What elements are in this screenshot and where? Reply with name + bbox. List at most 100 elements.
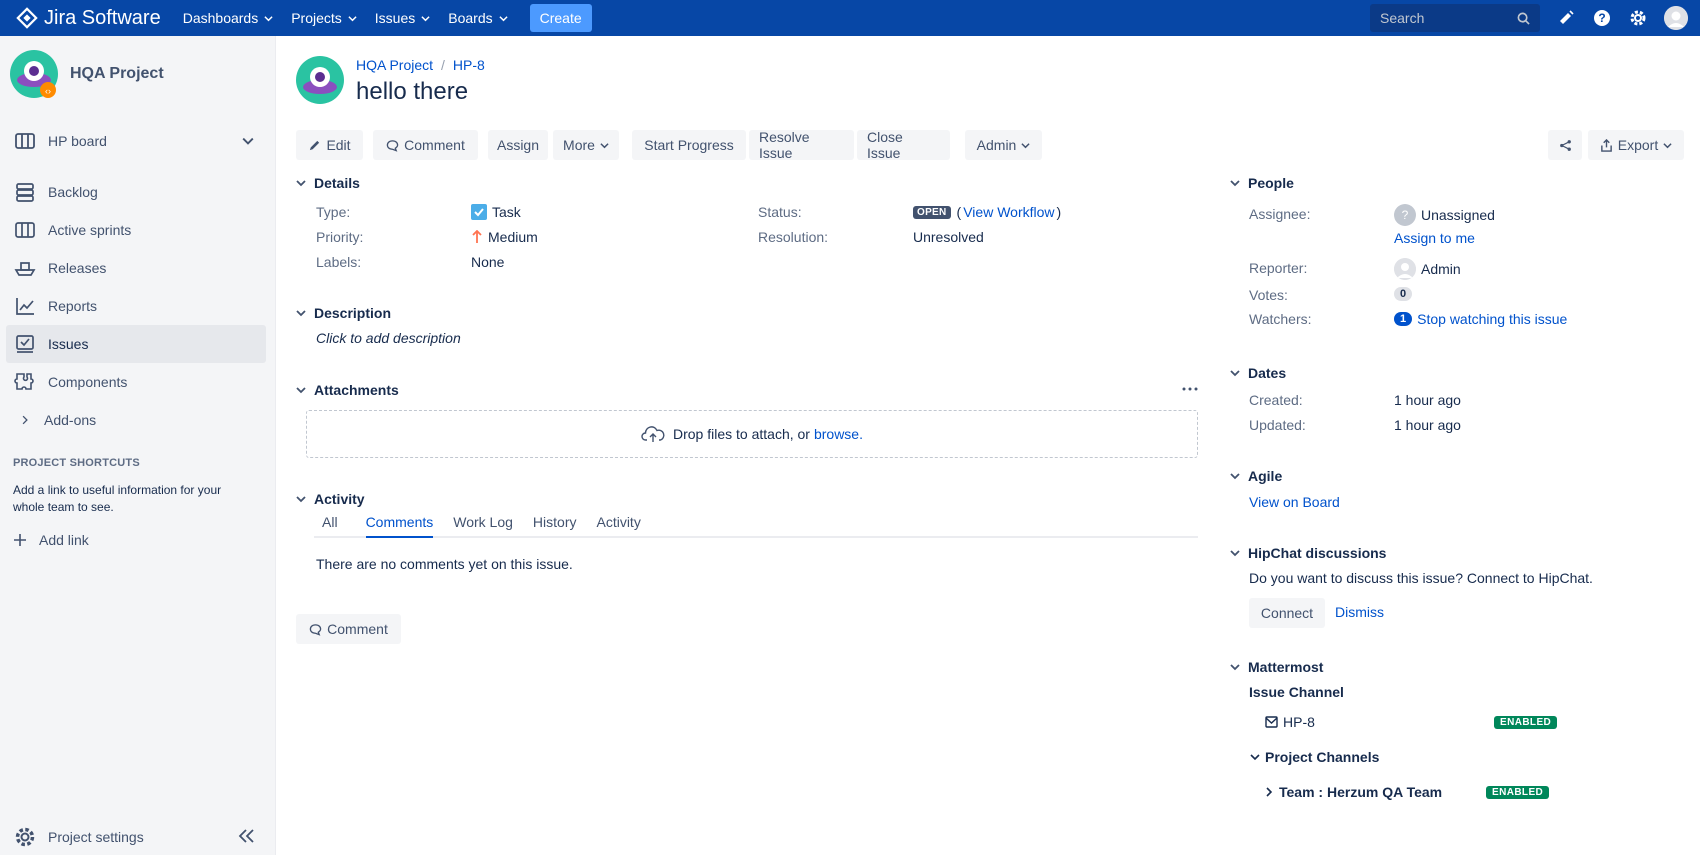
description-placeholder[interactable]: Click to add description <box>316 330 461 346</box>
chevron-down-icon <box>1230 473 1240 480</box>
export-button[interactable]: Export <box>1588 130 1684 160</box>
more-button[interactable]: More <box>553 130 619 160</box>
reporter-text: Admin <box>1421 261 1461 277</box>
close-issue-button[interactable]: Close Issue <box>857 129 950 161</box>
envelope-icon <box>1265 716 1278 728</box>
sidebar-item-active-sprints[interactable]: Active sprints <box>6 211 266 249</box>
project-channels-heading: Project Channels <box>1265 749 1380 765</box>
edit-button[interactable]: Edit <box>296 130 363 160</box>
more-label: More <box>563 137 595 153</box>
details-section-toggle[interactable]: Details <box>296 175 360 191</box>
hipchat-connect-button[interactable]: Connect <box>1249 598 1325 628</box>
tab-work-log[interactable]: Work Log <box>453 514 513 538</box>
more-options-icon[interactable] <box>1182 386 1198 392</box>
components-icon <box>14 373 34 390</box>
project-shortcuts-heading: PROJECT SHORTCUTS <box>13 457 140 469</box>
stop-watching-link[interactable]: Stop watching this issue <box>1417 311 1567 327</box>
type-value: Task <box>471 204 521 220</box>
help-icon[interactable]: ? <box>1592 8 1612 28</box>
tab-activity[interactable]: Activity <box>596 514 640 538</box>
board-icon <box>15 133 35 149</box>
pencil-icon <box>310 140 320 150</box>
votes-value[interactable]: 0 <box>1394 287 1413 301</box>
export-label: Export <box>1617 137 1659 153</box>
chevron-down-icon <box>1250 754 1260 761</box>
sidebar-item-issues[interactable]: Issues <box>6 325 266 363</box>
jira-diamond-icon <box>16 7 38 29</box>
issue-channel-item[interactable]: HP-8 <box>1265 714 1315 730</box>
notifications-icon[interactable] <box>1556 8 1576 28</box>
tab-history[interactable]: History <box>533 514 577 538</box>
watchers-count-badge[interactable]: 1 <box>1394 312 1413 326</box>
chevron-down-icon <box>1230 664 1240 671</box>
board-selector[interactable]: HP board <box>14 130 262 152</box>
user-avatar[interactable] <box>1664 6 1688 30</box>
admin-button[interactable]: Admin <box>965 130 1042 160</box>
resolve-issue-button[interactable]: Resolve Issue <box>749 129 854 161</box>
sidebar-item-backlog[interactable]: Backlog <box>6 173 266 211</box>
nav-issues[interactable]: Issues <box>375 10 430 26</box>
attachments-heading: Attachments <box>314 382 399 398</box>
issue-header: HQA Project / HP-8 hello there <box>296 56 485 106</box>
search-input[interactable]: Search <box>1370 4 1540 32</box>
project-settings-link[interactable]: Project settings <box>14 826 144 848</box>
project-channel-item[interactable]: Team : Herzum QA Team <box>1264 784 1442 800</box>
view-workflow-link[interactable]: View Workflow <box>963 204 1054 220</box>
chevron-down-icon <box>1230 370 1240 377</box>
project-channels-toggle[interactable]: Project Channels <box>1250 749 1379 765</box>
breadcrumb-issue-key-link[interactable]: HP-8 <box>453 57 485 73</box>
add-comment-button[interactable]: Comment <box>296 614 401 644</box>
nav-boards[interactable]: Boards <box>448 10 508 26</box>
share-button[interactable] <box>1548 130 1582 160</box>
unassigned-avatar-icon: ? <box>1394 204 1416 226</box>
attachment-dropzone[interactable]: Drop files to attach, or browse. <box>306 410 1198 458</box>
chevron-down-icon <box>1663 142 1672 148</box>
assign-to-me-link[interactable]: Assign to me <box>1394 230 1475 246</box>
status-lozenge: OPEN <box>913 205 951 219</box>
dates-section-toggle[interactable]: Dates <box>1230 365 1286 381</box>
attachments-section-toggle[interactable]: Attachments <box>296 382 399 398</box>
reports-icon <box>16 298 34 315</box>
top-navigation-bar: Jira Software Dashboards Projects Issues… <box>0 0 1700 36</box>
agile-section-toggle[interactable]: Agile <box>1230 468 1282 484</box>
hipchat-dismiss-link[interactable]: Dismiss <box>1335 604 1384 620</box>
project-header[interactable]: ‹› HQA Project <box>10 50 164 98</box>
nav-dashboards[interactable]: Dashboards <box>183 10 274 26</box>
issue-summary[interactable]: hello there <box>356 78 485 106</box>
tab-all[interactable]: All <box>314 514 346 538</box>
cloud-upload-icon <box>641 426 665 442</box>
assign-button[interactable]: Assign <box>488 130 548 160</box>
reporter-label: Reporter: <box>1249 260 1308 276</box>
sidebar-item-add-ons[interactable]: Add-ons <box>6 401 266 439</box>
chevron-right-icon <box>1266 787 1273 797</box>
browse-link[interactable]: browse. <box>814 426 863 442</box>
start-progress-button[interactable]: Start Progress <box>632 130 746 160</box>
hipchat-section-toggle[interactable]: HipChat discussions <box>1230 545 1386 561</box>
settings-gear-icon[interactable] <box>1628 8 1648 28</box>
add-link-label: Add link <box>39 532 89 548</box>
reporter-value: Admin <box>1394 258 1461 280</box>
sidebar-item-components[interactable]: Components <box>6 363 266 401</box>
jira-logo[interactable]: Jira Software <box>16 7 161 30</box>
priority-value: Medium <box>471 229 538 245</box>
nav-projects[interactable]: Projects <box>291 10 357 26</box>
mattermost-section-toggle[interactable]: Mattermost <box>1230 659 1323 675</box>
add-link-button[interactable]: Add link <box>13 532 89 548</box>
chevron-down-icon <box>296 387 306 394</box>
collapse-sidebar-icon[interactable] <box>238 828 256 844</box>
sidebar-item-label: Backlog <box>48 184 98 200</box>
description-section-toggle[interactable]: Description <box>296 305 391 321</box>
comment-button[interactable]: Comment <box>373 130 478 160</box>
tab-comments[interactable]: Comments <box>365 514 434 538</box>
view-on-board-link[interactable]: View on Board <box>1249 494 1340 510</box>
people-section-toggle[interactable]: People <box>1230 175 1294 191</box>
issue-channel-status: ENABLED <box>1494 716 1558 729</box>
comment-icon <box>309 623 322 636</box>
status-value: OPEN (View Workflow) <box>913 204 1061 220</box>
sidebar-item-reports[interactable]: Reports <box>6 287 266 325</box>
create-button[interactable]: Create <box>529 4 592 32</box>
sidebar-item-releases[interactable]: Releases <box>6 249 266 287</box>
labels-value[interactable]: None <box>471 254 504 270</box>
breadcrumb-project-link[interactable]: HQA Project <box>356 57 433 73</box>
activity-section-toggle[interactable]: Activity <box>296 491 365 507</box>
